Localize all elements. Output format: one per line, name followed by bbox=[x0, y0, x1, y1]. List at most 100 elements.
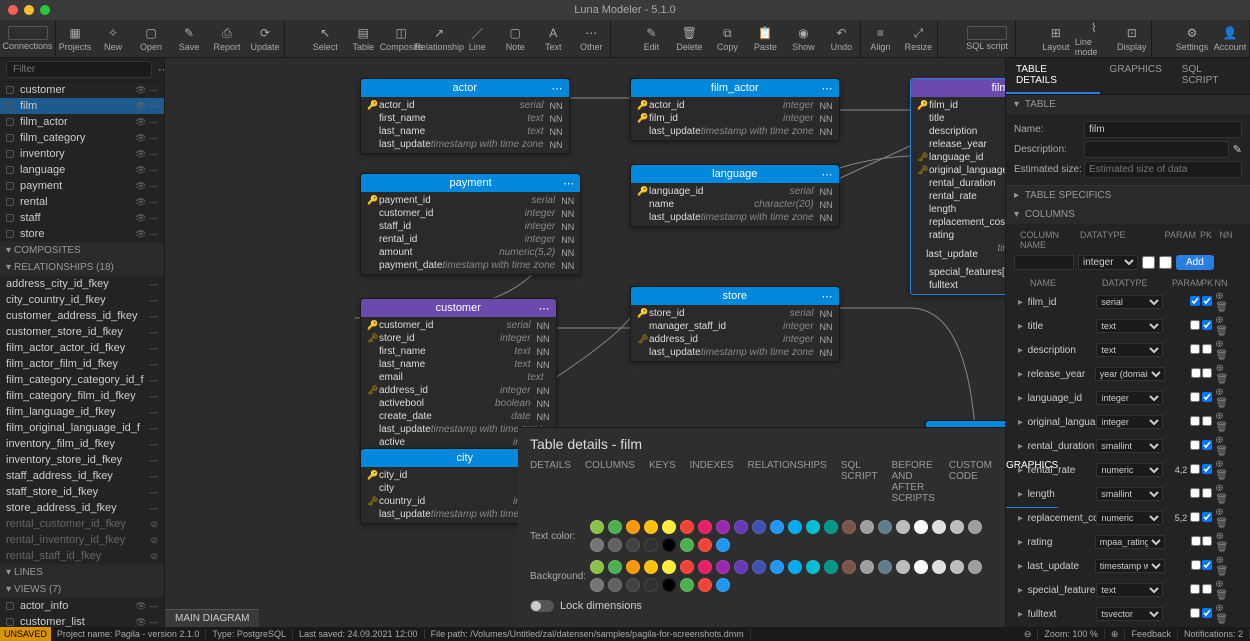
color-swatch[interactable] bbox=[950, 520, 964, 534]
filter-input[interactable] bbox=[6, 61, 152, 78]
newcol-type-select[interactable]: integer bbox=[1078, 255, 1138, 270]
select-tool[interactable]: ↖Select bbox=[306, 20, 344, 57]
detail-tab[interactable]: COLUMNS bbox=[585, 460, 635, 508]
detail-tab[interactable]: CUSTOM CODE bbox=[949, 460, 992, 508]
color-swatch[interactable] bbox=[608, 578, 622, 592]
status-zoom-out-icon[interactable]: ⊖ bbox=[1018, 629, 1039, 640]
projects-button[interactable]: ▦Projects bbox=[56, 20, 94, 57]
status-notif[interactable]: Notifications: 2 bbox=[1178, 629, 1250, 639]
sidebar-table-language[interactable]: language👁 — bbox=[0, 162, 164, 178]
relationships-header[interactable]: RELATIONSHIPS (18) bbox=[0, 259, 164, 276]
color-swatch[interactable] bbox=[968, 560, 982, 574]
line-tool[interactable]: ／Line bbox=[458, 20, 496, 57]
color-swatch[interactable] bbox=[932, 520, 946, 534]
update-button[interactable]: ⟳Update bbox=[246, 20, 284, 57]
color-swatch[interactable] bbox=[896, 520, 910, 534]
maximize-window-icon[interactable] bbox=[40, 5, 50, 15]
color-swatch[interactable] bbox=[788, 520, 802, 534]
color-swatch[interactable] bbox=[806, 520, 820, 534]
detail-tab[interactable]: INDEXES bbox=[690, 460, 734, 508]
color-swatch[interactable] bbox=[662, 538, 676, 552]
color-swatch[interactable] bbox=[878, 520, 892, 534]
color-swatch[interactable] bbox=[716, 538, 730, 552]
table-actor[interactable]: actor⋯🔑actor_idserialNNfirst_nametextNNl… bbox=[360, 78, 570, 154]
newcol-pk-check[interactable] bbox=[1142, 255, 1155, 270]
sidebar-rel[interactable]: film_actor_film_id_fkey— bbox=[0, 356, 164, 372]
color-swatch[interactable] bbox=[608, 560, 622, 574]
color-swatch[interactable] bbox=[734, 560, 748, 574]
table-film[interactable]: film⋯🔑film_idserialNNtitletextNNdescript… bbox=[910, 78, 1005, 295]
color-swatch[interactable] bbox=[644, 520, 658, 534]
table-tool[interactable]: ▤Table bbox=[344, 20, 382, 57]
color-swatch[interactable] bbox=[590, 520, 604, 534]
sidebar-rel[interactable]: inventory_store_id_fkey— bbox=[0, 452, 164, 468]
color-swatch[interactable] bbox=[626, 538, 640, 552]
color-swatch[interactable] bbox=[662, 560, 676, 574]
new-button[interactable]: ✧New bbox=[94, 20, 132, 57]
color-swatch[interactable] bbox=[680, 560, 694, 574]
table-film_actor[interactable]: film_actor⋯🔑actor_idintegerNN🔑film_idint… bbox=[630, 78, 840, 141]
tab-graphics[interactable]: GRAPHICS bbox=[1100, 58, 1172, 94]
sidebar-rel[interactable]: film_category_category_id_f— bbox=[0, 372, 164, 388]
relationship-tool[interactable]: ↗Relationship bbox=[420, 20, 458, 57]
color-swatch[interactable] bbox=[896, 560, 910, 574]
tab-table-details[interactable]: TABLE DETAILS bbox=[1006, 58, 1100, 94]
color-swatch[interactable] bbox=[752, 560, 766, 574]
table-store[interactable]: store⋯🔑store_idserialNNmanager_staff_idi… bbox=[630, 286, 840, 362]
color-swatch[interactable] bbox=[842, 520, 856, 534]
column-row[interactable]: ▸film_idserial⊕ 🗑 bbox=[1014, 290, 1242, 314]
connections-button[interactable]: Connections bbox=[0, 20, 55, 57]
color-swatch[interactable] bbox=[716, 560, 730, 574]
color-swatch[interactable] bbox=[644, 538, 658, 552]
table-section-header[interactable]: TABLE bbox=[1006, 95, 1250, 114]
color-swatch[interactable] bbox=[932, 560, 946, 574]
paste-button[interactable]: 📋Paste bbox=[746, 20, 784, 57]
column-row[interactable]: ▸language_idinteger⊕ 🗑 bbox=[1014, 386, 1242, 410]
sidebar-rel[interactable]: rental_staff_id_fkey⊘ bbox=[0, 548, 164, 564]
color-swatch[interactable] bbox=[716, 520, 730, 534]
color-swatch[interactable] bbox=[626, 520, 640, 534]
detail-tab[interactable]: BEFORE AND AFTER SCRIPTS bbox=[892, 460, 935, 508]
sidebar-rel[interactable]: staff_store_id_fkey— bbox=[0, 484, 164, 500]
column-row[interactable]: ▸rental_durationsmallint⊕ 🗑 bbox=[1014, 434, 1242, 458]
color-swatch[interactable] bbox=[590, 538, 604, 552]
display-button[interactable]: ⊡Display bbox=[1113, 20, 1151, 57]
sidebar-rel[interactable]: film_language_id_fkey— bbox=[0, 404, 164, 420]
sidebar-rel[interactable]: film_actor_actor_id_fkey— bbox=[0, 340, 164, 356]
color-swatch[interactable] bbox=[626, 578, 640, 592]
color-swatch[interactable] bbox=[590, 560, 604, 574]
color-swatch[interactable] bbox=[770, 560, 784, 574]
note-tool[interactable]: ▢Note bbox=[496, 20, 534, 57]
color-swatch[interactable] bbox=[824, 560, 838, 574]
detail-tab[interactable]: DETAILS bbox=[530, 460, 571, 508]
color-swatch[interactable] bbox=[608, 520, 622, 534]
color-swatch[interactable] bbox=[860, 560, 874, 574]
delete-button[interactable]: 🗑Delete bbox=[670, 20, 708, 57]
sidebar-table-film_category[interactable]: film_category👁 — bbox=[0, 130, 164, 146]
sidebar-rel[interactable]: customer_address_id_fkey— bbox=[0, 308, 164, 324]
show-button[interactable]: ◉Show bbox=[784, 20, 822, 57]
column-row[interactable]: ▸fulltexttsvector⊕ 🗑 bbox=[1014, 602, 1242, 626]
name-input[interactable] bbox=[1084, 121, 1242, 138]
color-swatch[interactable] bbox=[680, 538, 694, 552]
sidebar-table-payment[interactable]: payment👁 — bbox=[0, 178, 164, 194]
sidebar-rel[interactable]: film_category_film_id_fkey— bbox=[0, 388, 164, 404]
sidebar-rel[interactable]: rental_customer_id_fkey⊘ bbox=[0, 516, 164, 532]
color-swatch[interactable] bbox=[734, 520, 748, 534]
color-swatch[interactable] bbox=[788, 560, 802, 574]
status-feedback[interactable]: Feedback bbox=[1125, 629, 1178, 639]
open-button[interactable]: ▢Open bbox=[132, 20, 170, 57]
views-header[interactable]: VIEWS (7) bbox=[0, 581, 164, 598]
color-swatch[interactable] bbox=[680, 520, 694, 534]
color-swatch[interactable] bbox=[590, 578, 604, 592]
desc-input[interactable] bbox=[1084, 141, 1229, 158]
color-swatch[interactable] bbox=[914, 520, 928, 534]
cols-section-header[interactable]: COLUMNS bbox=[1006, 205, 1250, 224]
save-button[interactable]: ✎Save bbox=[170, 20, 208, 57]
color-swatch[interactable] bbox=[698, 520, 712, 534]
sidebar-rel[interactable]: film_original_language_id_f— bbox=[0, 420, 164, 436]
sidebar-rel[interactable]: rental_inventory_id_fkey⊘ bbox=[0, 532, 164, 548]
composites-header[interactable]: COMPOSITES bbox=[0, 242, 164, 259]
sidebar-table-film_actor[interactable]: film_actor👁 — bbox=[0, 114, 164, 130]
sidebar-view[interactable]: customer_list👁 — bbox=[0, 614, 164, 627]
